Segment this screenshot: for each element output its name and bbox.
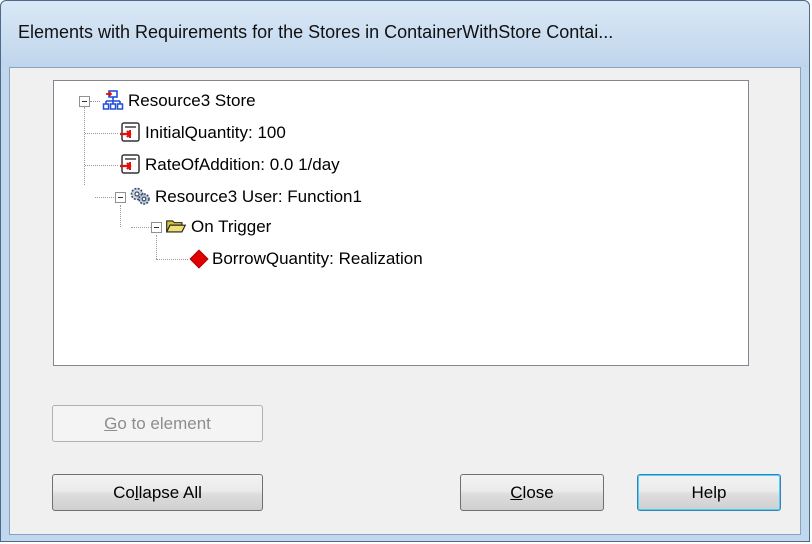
tree-connector (85, 165, 118, 166)
button-label: lose (522, 482, 554, 502)
red-diamond-icon (189, 249, 209, 269)
title-bar[interactable]: Elements with Requirements for the Store… (1, 1, 809, 67)
tree-node-label: Resource3 Store (128, 91, 256, 110)
button-label: o to element (117, 413, 211, 433)
button-label: Help (691, 482, 727, 502)
collapse-all-button[interactable]: Collapse All (52, 474, 263, 511)
tree-node-label: BorrowQuantity: Realization (212, 249, 423, 268)
button-label: Co (113, 482, 135, 502)
tree-node-label: On Trigger (191, 217, 272, 236)
dialog-client-area: Resource3 Store InitialQuantity: 100 Rat (9, 67, 801, 535)
tree-node-on-trigger[interactable]: On Trigger (191, 214, 271, 240)
tree-connector (84, 107, 85, 185)
collapse-toggle[interactable] (151, 222, 162, 233)
store-icon (102, 90, 124, 110)
window-title: Elements with Requirements for the Store… (18, 22, 614, 42)
tree-node-borrow-quantity[interactable]: BorrowQuantity: Realization (212, 246, 423, 272)
tree-connector (131, 227, 151, 228)
tree-connector (85, 133, 118, 134)
tree-node-initial-quantity[interactable]: InitialQuantity: 100 (145, 120, 286, 146)
tree-node-rate-of-addition[interactable]: RateOfAddition: 0.0 1/day (145, 152, 340, 178)
mnemonic: G (104, 413, 118, 433)
function-gears-icon (130, 187, 150, 205)
mnemonic: C (510, 482, 523, 502)
property-input-icon (120, 122, 140, 142)
tree-node-label: RateOfAddition: 0.0 1/day (145, 155, 340, 174)
go-to-element-button[interactable]: Go to element (52, 405, 263, 442)
tree-node-label: Resource3 User: Function1 (155, 187, 362, 206)
close-button[interactable]: Close (460, 474, 604, 511)
tree-connector (156, 235, 157, 259)
requirements-tree[interactable]: Resource3 Store InitialQuantity: 100 Rat (53, 80, 749, 366)
tree-connector (90, 101, 100, 102)
tree-node-resource3-user[interactable]: Resource3 User: Function1 (155, 184, 362, 210)
collapse-toggle[interactable] (79, 96, 90, 107)
tree-connector (156, 259, 188, 260)
tree-connector (120, 205, 121, 227)
dialog-window: Elements with Requirements for the Store… (0, 0, 810, 542)
open-folder-icon (165, 220, 187, 233)
tree-node-label: InitialQuantity: 100 (145, 123, 286, 142)
tree-node-resource3-store[interactable]: Resource3 Store (128, 88, 256, 114)
help-button[interactable]: Help (637, 474, 781, 511)
property-input-icon (120, 154, 140, 174)
collapse-toggle[interactable] (115, 192, 126, 203)
button-label: lapse All (138, 482, 202, 502)
